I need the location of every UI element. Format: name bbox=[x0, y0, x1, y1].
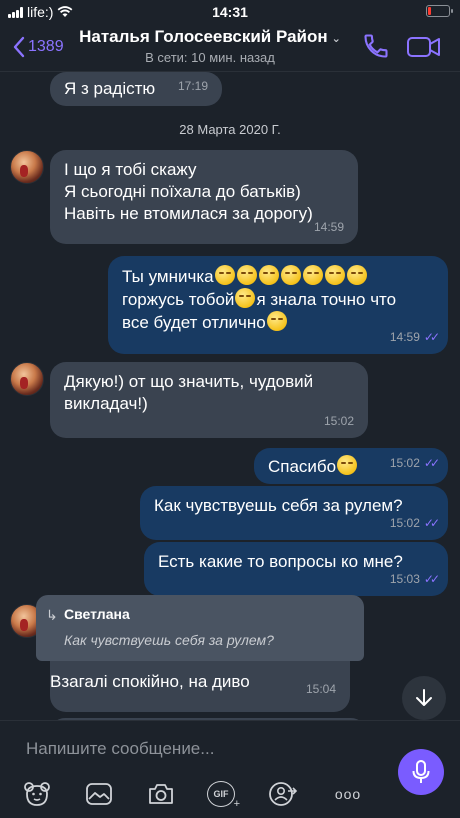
smile-emoji-icon bbox=[236, 265, 257, 285]
scroll-down-button[interactable] bbox=[402, 676, 446, 720]
read-checkmarks-icon: ✓✓ bbox=[423, 516, 440, 530]
video-camera-icon bbox=[407, 37, 440, 57]
read-checkmarks-icon: ✓✓ bbox=[423, 330, 440, 344]
arrow-down-icon bbox=[416, 689, 432, 706]
message-text: Взагалі спокійно, на диво bbox=[50, 672, 250, 691]
contact-name: Наталья Голосеевский Район bbox=[79, 27, 328, 46]
battery-level bbox=[428, 7, 432, 15]
back-chevron-icon bbox=[13, 36, 25, 58]
message-time: 14:59 bbox=[313, 220, 344, 234]
share-contact-button[interactable] bbox=[268, 779, 298, 809]
message-in[interactable]: Я з радістю 17:19 bbox=[50, 72, 222, 106]
composer-toolbar: GIF + ooo bbox=[0, 779, 400, 811]
gif-button[interactable]: GIF + bbox=[206, 779, 240, 810]
back-button[interactable]: 1389 bbox=[12, 36, 64, 58]
video-call-button[interactable] bbox=[406, 34, 442, 65]
sticker-bear-icon bbox=[24, 782, 50, 806]
status-bar: life:) 14:31 bbox=[0, 0, 460, 24]
message-out[interactable]: Есть какие то вопросы ко мне? 15:03 ✓✓ bbox=[144, 542, 448, 596]
reply-arrow-icon: ↳ bbox=[46, 607, 58, 623]
message-in[interactable]: І що я тобі скажу Я сьогодні поїхала до … bbox=[50, 150, 358, 244]
smile-emoji-icon bbox=[302, 265, 323, 285]
camera-button[interactable] bbox=[146, 779, 176, 809]
message-time: 14:59 ✓✓ bbox=[389, 326, 440, 348]
read-checkmarks-icon: ✓✓ bbox=[423, 572, 440, 586]
unread-count: 1389 bbox=[28, 38, 64, 55]
message-line: Навіть не втомилася за дорогу) bbox=[64, 204, 313, 223]
message-text: все будет отлично bbox=[122, 313, 266, 332]
smile-emoji-icon bbox=[214, 265, 235, 285]
message-time: 15:03 ✓✓ bbox=[389, 568, 440, 590]
gif-label: GIF bbox=[213, 789, 229, 799]
clock: 14:31 bbox=[212, 4, 248, 20]
message-line: викладач!) bbox=[64, 394, 148, 413]
reply-quote[interactable]: ↳ Светлана Как чувствуешь себя за рулем? bbox=[36, 595, 364, 661]
message-time-text: 14:59 bbox=[389, 330, 420, 344]
smile-emoji-icon bbox=[346, 265, 367, 285]
message-line: Я сьогодні поїхала до батьків) bbox=[64, 182, 301, 201]
message-out[interactable]: Как чувствуешь себя за рулем? 15:02 ✓✓ bbox=[140, 486, 448, 540]
message-line: І що я тобі скажу bbox=[64, 160, 197, 179]
phone-icon bbox=[364, 34, 388, 58]
camera-icon bbox=[149, 784, 173, 804]
composer: Напишите сообщение... GIF + ooo bbox=[0, 720, 460, 818]
message-text: Как чувствуешь себя за рулем? bbox=[154, 496, 403, 515]
smile-emoji-icon bbox=[324, 265, 345, 285]
message-text: Ты умничка bbox=[122, 267, 214, 286]
message-out[interactable]: Ты умничка горжусь тобой я знала точно чт… bbox=[108, 256, 448, 354]
message-line: горжусь тобой я знала точно что bbox=[122, 288, 434, 311]
smile-emoji-icon bbox=[235, 288, 256, 308]
date-separator: 28 Марта 2020 Г. bbox=[179, 122, 281, 137]
smile-emoji-icon bbox=[280, 265, 301, 285]
chevron-down-icon: ⌄ bbox=[331, 33, 341, 45]
online-status: В сети: 10 мин. назад bbox=[145, 50, 275, 65]
gallery-button[interactable] bbox=[84, 779, 114, 809]
message-text: горжусь тобой bbox=[122, 290, 235, 309]
contact-name-row: Наталья Голосеевский Район ⌄ bbox=[70, 27, 350, 47]
message-time-text: 15:02 bbox=[389, 516, 420, 530]
message-list[interactable]: Я з радістю 17:19 28 Марта 2020 Г. І що … bbox=[0, 72, 460, 720]
avatar[interactable] bbox=[10, 150, 44, 184]
call-button[interactable] bbox=[362, 32, 390, 65]
message-line: Ты умничка bbox=[122, 265, 434, 288]
message-time-text: 15:03 bbox=[389, 572, 420, 586]
message-text: Есть какие то вопросы ко мне? bbox=[158, 552, 403, 571]
message-text: я знала точно что bbox=[256, 290, 397, 309]
avatar[interactable] bbox=[10, 362, 44, 396]
chat-header: 1389 Наталья Голосеевский Район ⌄ В сети:… bbox=[0, 24, 460, 72]
share-contact-icon bbox=[269, 782, 298, 806]
message-time: 15:04 bbox=[305, 682, 336, 696]
message-line: все будет отлично bbox=[122, 311, 434, 334]
gallery-icon bbox=[86, 783, 112, 805]
message-input[interactable]: Напишите сообщение... bbox=[26, 739, 214, 759]
smile-emoji-icon bbox=[258, 265, 279, 285]
message-in[interactable]: Дякую!) от що значить, чудовий викладач!… bbox=[50, 362, 368, 438]
message-time-text: 15:02 bbox=[389, 456, 420, 470]
read-checkmarks-icon: ✓✓ bbox=[423, 456, 440, 470]
message-in-reply[interactable]: ↳ Светлана Как чувствуешь себя за рулем?… bbox=[36, 595, 364, 712]
message-text: Я з радістю bbox=[64, 79, 156, 98]
message-time: 17:19 bbox=[177, 79, 208, 93]
reply-text: Как чувствуешь себя за рулем? bbox=[64, 632, 274, 648]
battery-icon bbox=[426, 5, 453, 17]
microphone-icon bbox=[412, 760, 430, 783]
contact-info[interactable]: Наталья Голосеевский Район ⌄ В сети: 10 м… bbox=[70, 27, 350, 65]
message-time: 15:02 ✓✓ bbox=[389, 452, 440, 474]
wink-emoji-icon bbox=[266, 311, 287, 331]
reply-author: Светлана bbox=[64, 606, 130, 622]
more-button[interactable]: ooo bbox=[332, 779, 364, 809]
voice-record-button[interactable] bbox=[398, 749, 444, 795]
more-icon: ooo bbox=[334, 786, 362, 802]
message-text: Спасибо bbox=[268, 457, 337, 476]
wink-emoji-icon bbox=[337, 455, 358, 475]
message-time: 15:02 bbox=[323, 414, 354, 428]
message-line: Дякую!) от що значить, чудовий bbox=[64, 372, 314, 391]
plus-icon: + bbox=[233, 798, 240, 810]
gif-icon: GIF + bbox=[207, 781, 240, 810]
message-time: 15:02 ✓✓ bbox=[389, 512, 440, 534]
message-out[interactable]: Спасибо 15:02 ✓✓ bbox=[254, 448, 448, 484]
sticker-button[interactable] bbox=[22, 779, 52, 809]
